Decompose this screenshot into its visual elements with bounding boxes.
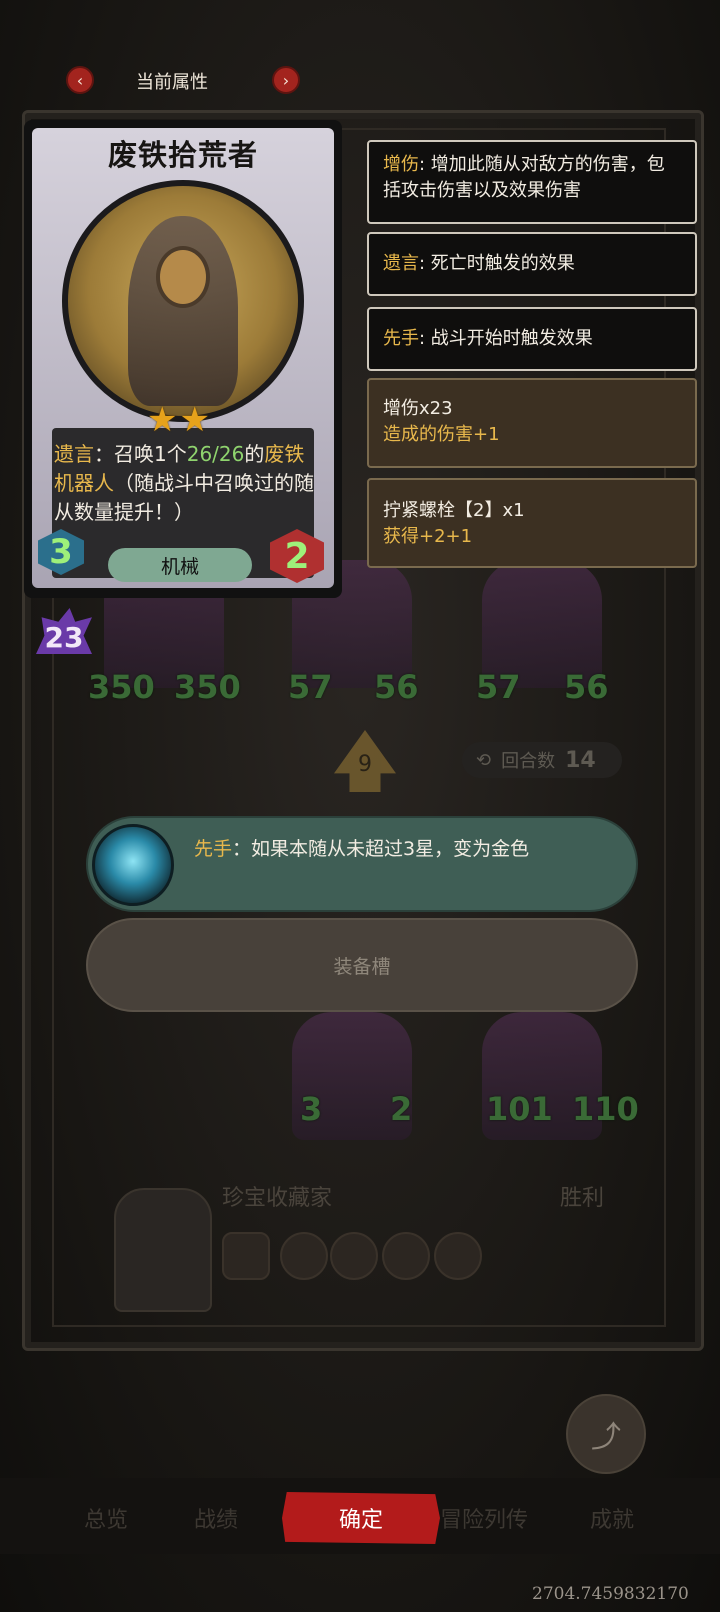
minion-attack: 57 xyxy=(288,668,333,706)
card-ability: 遗言：召唤1个26/26的废铁机器人（随战斗中召唤过的随从数量提升！） xyxy=(54,442,314,524)
banner-text: 先手：如果本随从未超过3星，变为金色 xyxy=(194,838,530,860)
relic-icon[interactable] xyxy=(434,1232,482,1280)
scavenger-mask xyxy=(156,246,210,308)
tooltip-start-of-combat: 先手: 战斗开始时触发效果 xyxy=(367,307,697,371)
minion-health: 2 xyxy=(390,1090,413,1128)
chevron-right-icon[interactable]: › xyxy=(272,66,300,94)
minion-health: 110 xyxy=(572,1090,639,1128)
opponent-name: 珍宝收藏家 xyxy=(222,1186,333,1211)
star-rating: ★★ xyxy=(147,400,212,440)
build-code: 2704.7459832170 xyxy=(532,1584,689,1604)
attribute-nav: ‹ 当前属性 › xyxy=(66,66,300,102)
ability-keyword: 遗言 xyxy=(54,442,94,466)
minion-card: 废铁拾荒者 ★★ 遗言：召唤1个26/26的废铁机器人（随战斗中召唤过的随从数量… xyxy=(24,120,342,598)
crystal-icon xyxy=(92,824,174,906)
battle-result: 胜利 xyxy=(560,1186,605,1211)
tooltip-damage-boost: 增伤: 增加此随从对敌方的伤害，包括攻击伤害以及效果伤害 xyxy=(367,140,697,224)
round-counter: ⟲ 回合数 14 xyxy=(462,742,622,778)
minion-attack: 3 xyxy=(300,1090,323,1128)
tab-achievements[interactable]: 成就 xyxy=(590,1502,634,1534)
round-label: 回合数 xyxy=(501,751,556,772)
tab-overview[interactable]: 总览 xyxy=(84,1502,128,1534)
minion-attack: 101 xyxy=(486,1090,553,1128)
effect-banner: 先手：如果本随从未超过3星，变为金色 xyxy=(86,816,638,912)
relic-icon[interactable] xyxy=(330,1232,378,1280)
equip-slot[interactable]: 装备槽 xyxy=(86,918,638,1012)
minion-health: 56 xyxy=(374,668,419,706)
card-name: 废铁拾荒者 xyxy=(107,138,258,172)
scavenger-figure xyxy=(128,216,238,406)
card-portrait xyxy=(62,180,304,422)
opponent-portrait xyxy=(114,1188,212,1312)
relic-icon[interactable] xyxy=(280,1232,328,1280)
summon-stats: 26/26 xyxy=(186,442,245,466)
buff-tighten-bolt: 拧紧螺栓【2】x1 获得+2+1 xyxy=(367,478,697,568)
round-value: 14 xyxy=(565,747,596,773)
relic-icon[interactable] xyxy=(382,1232,430,1280)
round-icon: ⟲ xyxy=(476,749,492,771)
minion-attack: 57 xyxy=(476,668,521,706)
chevron-left-icon[interactable]: ‹ xyxy=(66,66,94,94)
minion-health: 56 xyxy=(564,668,609,706)
tooltip-deathrattle: 遗言: 死亡时触发的效果 xyxy=(367,232,697,296)
minion-health: 350 xyxy=(174,668,241,706)
tribe-tag: 机械 xyxy=(108,548,252,582)
nav-title: 当前属性 xyxy=(136,72,208,93)
turn-number: 9 xyxy=(358,751,372,777)
relic-icon[interactable] xyxy=(222,1232,270,1280)
share-icon[interactable]: ⤴ xyxy=(566,1394,646,1474)
buff-damage-boost: 增伤x23 造成的伤害+1 xyxy=(367,378,697,468)
card-face: 废铁拾荒者 ★★ 遗言：召唤1个26/26的废铁机器人（随战斗中召唤过的随从数量… xyxy=(32,128,334,588)
tab-adventure[interactable]: 冒险列传 xyxy=(440,1502,528,1534)
minion-attack: 350 xyxy=(88,668,155,706)
confirm-button[interactable]: 确定 xyxy=(282,1492,440,1544)
tab-battle-record[interactable]: 战绩 xyxy=(194,1502,238,1534)
